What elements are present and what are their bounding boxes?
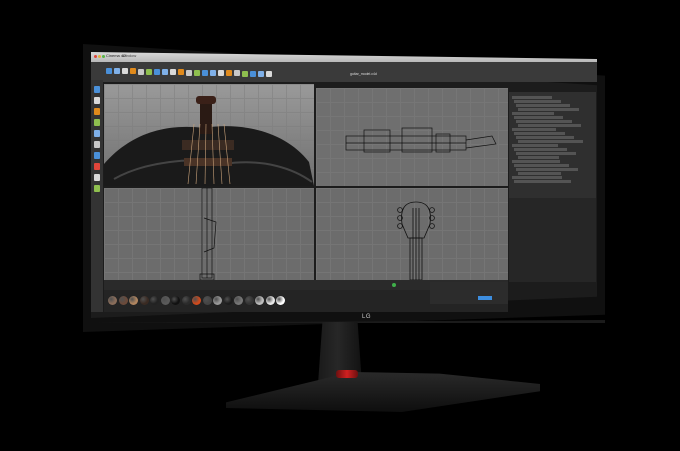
- list-item[interactable]: [516, 152, 576, 155]
- viewport-right[interactable]: [104, 188, 314, 284]
- close-icon[interactable]: [94, 55, 97, 58]
- list-item[interactable]: [512, 144, 558, 147]
- material-swatch[interactable]: [160, 296, 170, 305]
- pen-icon[interactable]: [218, 70, 224, 76]
- select-icon[interactable]: [122, 68, 128, 74]
- palette-tool-icon[interactable]: [94, 174, 100, 181]
- list-item[interactable]: [518, 172, 561, 175]
- monitor-stand-red-accent: [336, 370, 358, 378]
- move-icon[interactable]: [130, 68, 136, 74]
- palette-tool-icon[interactable]: [94, 130, 100, 137]
- deformer-icon[interactable]: [242, 71, 248, 77]
- material-swatch[interactable]: [244, 296, 254, 305]
- y-axis-icon[interactable]: [162, 69, 168, 75]
- scale-icon[interactable]: [138, 69, 144, 75]
- render-icon[interactable]: [194, 70, 200, 76]
- list-item[interactable]: [516, 120, 572, 123]
- list-item[interactable]: [512, 96, 552, 99]
- list-item[interactable]: [514, 164, 569, 167]
- palette-tool-icon[interactable]: [94, 185, 100, 192]
- list-item[interactable]: [514, 148, 567, 151]
- subdivision-icon[interactable]: [226, 70, 232, 76]
- play-icon[interactable]: [392, 283, 396, 287]
- material-swatch[interactable]: [118, 296, 128, 305]
- render-view-icon[interactable]: [186, 70, 192, 76]
- list-item[interactable]: [514, 180, 571, 183]
- list-item[interactable]: [514, 116, 563, 119]
- monitor-stand-base: [226, 372, 540, 412]
- list-item[interactable]: [516, 168, 578, 171]
- material-swatch[interactable]: [202, 296, 212, 305]
- cube-icon[interactable]: [210, 70, 216, 76]
- world-icon[interactable]: [178, 69, 184, 75]
- floor-icon[interactable]: [250, 71, 256, 77]
- palette-tool-icon[interactable]: [94, 119, 100, 126]
- app-titlebar: [91, 52, 597, 62]
- list-item[interactable]: [518, 108, 579, 111]
- document-title: guitar_model.c4d: [350, 72, 377, 76]
- light-icon[interactable]: [266, 71, 272, 77]
- list-item[interactable]: [518, 124, 581, 127]
- brand-logo: LG: [362, 314, 372, 320]
- material-swatch[interactable]: [129, 296, 138, 305]
- material-swatch[interactable]: [150, 296, 159, 305]
- viewport-top[interactable]: [316, 88, 508, 186]
- material-swatch[interactable]: [276, 296, 285, 305]
- list-item[interactable]: [512, 112, 554, 115]
- palette-tool-icon[interactable]: [94, 86, 100, 93]
- list-item[interactable]: [512, 176, 562, 179]
- list-item[interactable]: [514, 100, 561, 103]
- material-swatch[interactable]: [213, 296, 222, 305]
- undo-icon[interactable]: [106, 68, 112, 74]
- list-item[interactable]: [516, 104, 570, 107]
- material-swatch[interactable]: [181, 296, 191, 305]
- list-item[interactable]: [512, 128, 556, 131]
- rotate-icon[interactable]: [146, 69, 152, 75]
- z-axis-icon[interactable]: [170, 69, 176, 75]
- palette-tool-icon[interactable]: [94, 141, 100, 148]
- coordinates-panel[interactable]: [430, 282, 508, 304]
- render-settings-icon[interactable]: [202, 70, 208, 76]
- guitar-wireframe-top: [345, 127, 497, 153]
- material-swatch[interactable]: [234, 296, 243, 305]
- material-swatch[interactable]: [139, 296, 149, 305]
- palette-tool-icon[interactable]: [94, 108, 100, 115]
- material-swatch[interactable]: [192, 296, 201, 305]
- palette-tool-icon[interactable]: [94, 152, 100, 159]
- viewport-perspective[interactable]: [104, 84, 314, 186]
- guitar-wireframe-side: [199, 188, 217, 281]
- list-item[interactable]: [516, 136, 574, 139]
- palette-tool-icon[interactable]: [94, 163, 100, 170]
- list-item[interactable]: [512, 160, 560, 163]
- list-item[interactable]: [518, 156, 559, 159]
- menu-window[interactable]: Window: [122, 53, 136, 58]
- apply-button[interactable]: [478, 296, 492, 300]
- palette-tool-icon[interactable]: [94, 97, 100, 104]
- list-item[interactable]: [514, 132, 565, 135]
- array-icon[interactable]: [234, 70, 240, 76]
- x-axis-icon[interactable]: [154, 69, 160, 75]
- material-swatch[interactable]: [223, 296, 233, 305]
- camera-icon[interactable]: [258, 71, 264, 77]
- minimize-icon[interactable]: [98, 55, 101, 58]
- attribute-manager-panel[interactable]: [509, 198, 596, 282]
- guitar-wireframe-front: [397, 201, 435, 280]
- material-swatch[interactable]: [171, 296, 180, 305]
- viewport-front[interactable]: [316, 188, 508, 280]
- maximize-icon[interactable]: [102, 55, 105, 58]
- redo-icon[interactable]: [114, 68, 120, 74]
- material-swatch[interactable]: [265, 296, 275, 305]
- material-swatch[interactable]: [108, 296, 117, 305]
- material-swatch[interactable]: [255, 296, 264, 305]
- guitar-body-render: [104, 96, 314, 186]
- list-item[interactable]: [518, 140, 583, 143]
